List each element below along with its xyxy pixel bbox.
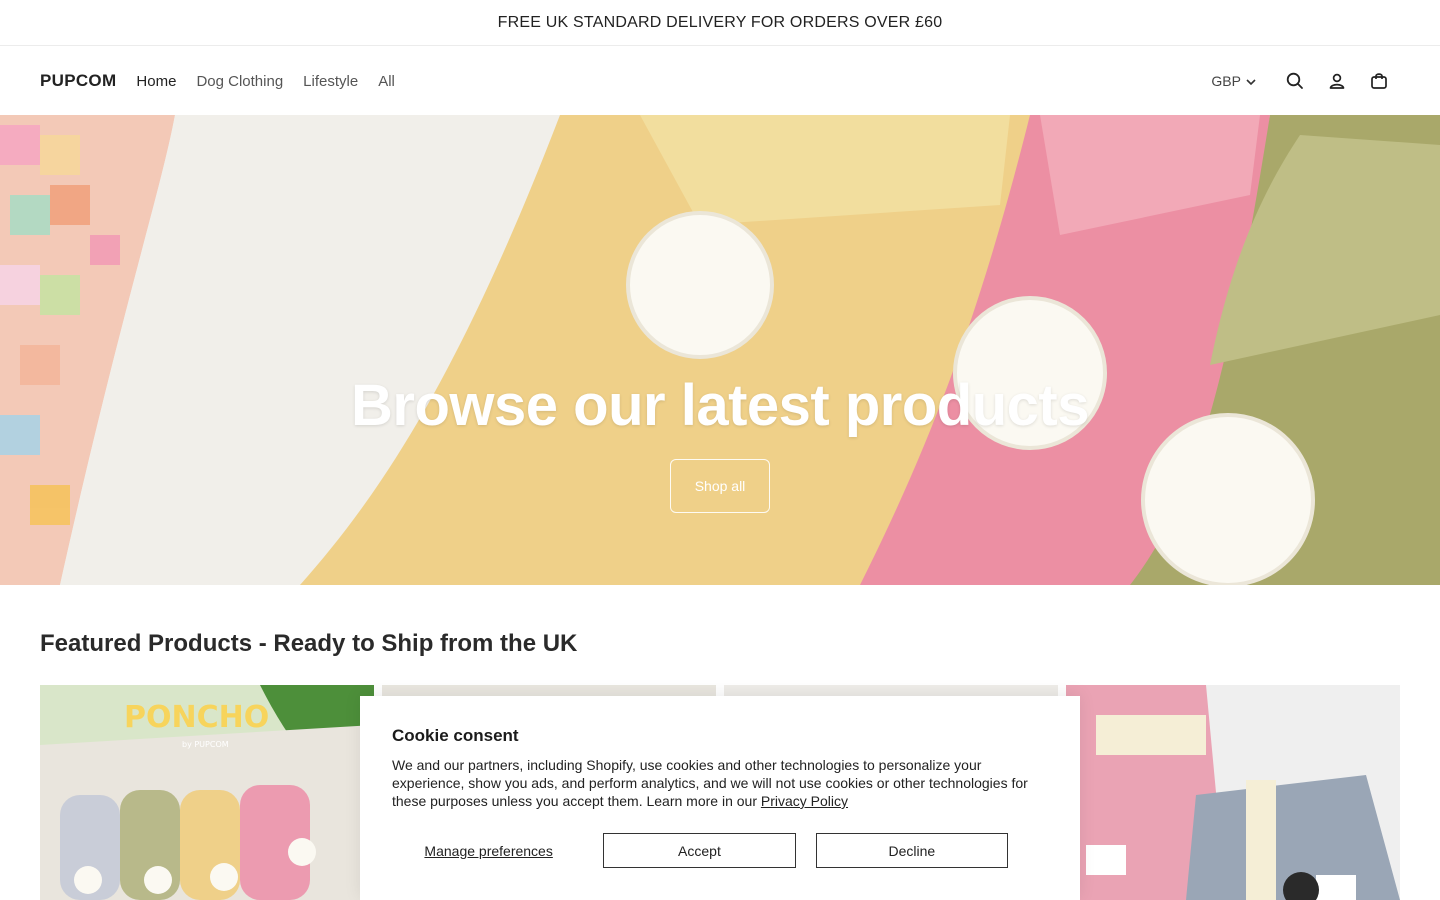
cookie-actions: Manage preferences Accept Decline bbox=[392, 833, 1028, 868]
cookie-consent-dialog: Cookie consent We and our partners, incl… bbox=[360, 696, 1080, 900]
site-header: PUPCOM Home Dog Clothing Lifestyle All G… bbox=[0, 47, 1440, 115]
cookie-title: Cookie consent bbox=[392, 726, 519, 745]
privacy-policy-link[interactable]: Privacy Policy bbox=[761, 793, 848, 809]
decline-button[interactable]: Decline bbox=[815, 833, 1008, 868]
chevron-down-icon bbox=[1246, 73, 1256, 89]
main-nav: Home Dog Clothing Lifestyle All bbox=[136, 73, 394, 90]
poncho-logo-sub: by PUPCOM bbox=[182, 740, 229, 749]
cart-icon[interactable] bbox=[1358, 60, 1400, 102]
nav-home[interactable]: Home bbox=[136, 73, 176, 90]
product-card[interactable]: PONCHO by PUPCOM bbox=[40, 685, 374, 900]
hero-banner: Browse our latest products Shop all bbox=[0, 115, 1440, 585]
currency-selector[interactable]: GBP bbox=[1211, 73, 1256, 89]
account-icon[interactable] bbox=[1316, 60, 1358, 102]
accept-button[interactable]: Accept bbox=[603, 833, 796, 868]
product-card[interactable] bbox=[1066, 685, 1400, 900]
product-image bbox=[1066, 685, 1400, 900]
shop-all-button[interactable]: Shop all bbox=[670, 459, 770, 513]
header-actions: GBP bbox=[1211, 60, 1400, 102]
announcement-bar: FREE UK STANDARD DELIVERY FOR ORDERS OVE… bbox=[0, 0, 1440, 46]
cookie-body: We and our partners, including Shopify, … bbox=[392, 756, 1052, 810]
cookie-text: We and our partners, including Shopify, … bbox=[392, 757, 1028, 809]
currency-label: GBP bbox=[1211, 73, 1241, 89]
product-image: PONCHO by PUPCOM bbox=[40, 685, 374, 900]
manage-preferences-button[interactable]: Manage preferences bbox=[392, 843, 585, 859]
nav-lifestyle[interactable]: Lifestyle bbox=[303, 73, 358, 90]
poncho-logo: PONCHO bbox=[124, 700, 269, 735]
hero-image bbox=[0, 115, 1440, 585]
nav-dog-clothing[interactable]: Dog Clothing bbox=[196, 73, 283, 90]
hero-title: Browse our latest products bbox=[351, 373, 1089, 438]
announcement-text: FREE UK STANDARD DELIVERY FOR ORDERS OVE… bbox=[497, 13, 943, 31]
search-icon[interactable] bbox=[1274, 60, 1316, 102]
nav-all[interactable]: All bbox=[378, 73, 395, 90]
featured-section-title: Featured Products - Ready to Ship from t… bbox=[40, 630, 578, 657]
logo[interactable]: PUPCOM bbox=[40, 71, 116, 91]
